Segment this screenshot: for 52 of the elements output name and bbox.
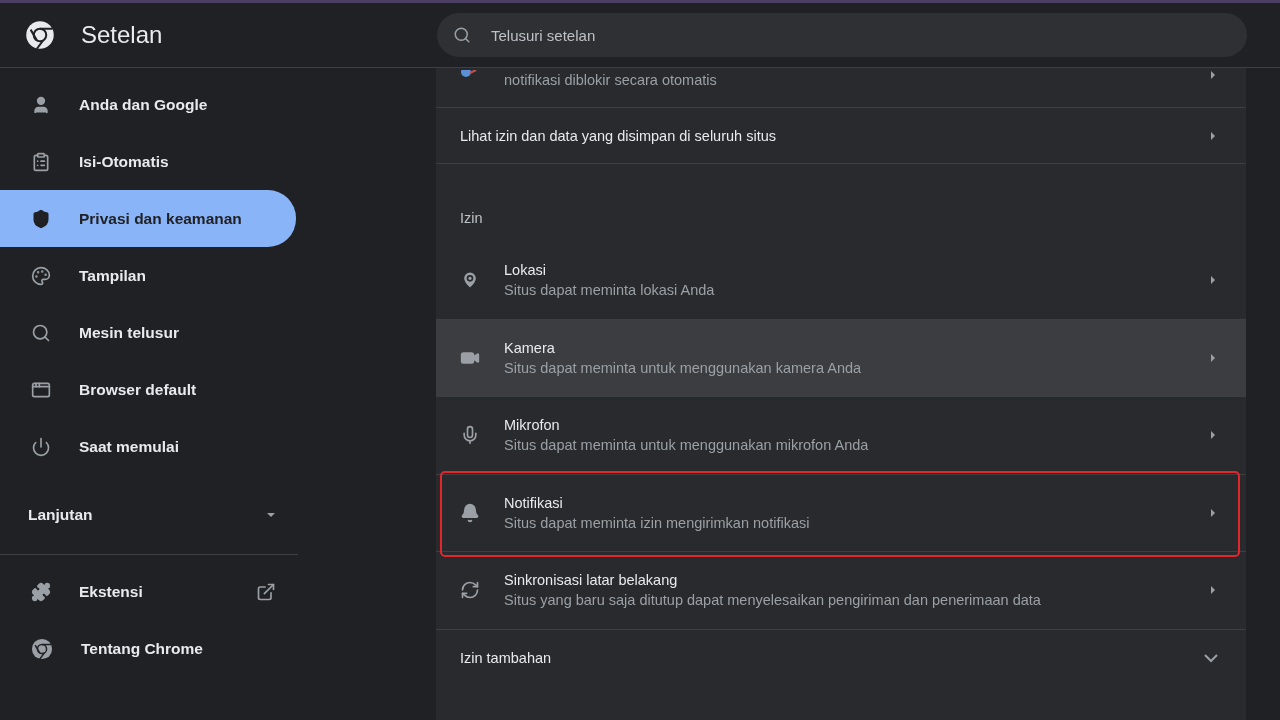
row-title: Mikrofon	[504, 417, 561, 434]
row-title: Kamera	[504, 339, 556, 356]
permission-row[interactable]: Sinkronisasi latar belakang Situs yang baru saja ditutup dapat menyelesaikan pengiriman dan penerimaan data	[436, 552, 1246, 630]
caret-icon	[1208, 275, 1218, 286]
search-icon	[453, 26, 471, 44]
sidebar-item[interactable]: Tampilan	[0, 247, 296, 304]
caret-icon	[1208, 130, 1218, 141]
row-title: Lokasi	[504, 262, 547, 279]
additional-permissions-row[interactable]: Izin tambahan	[436, 629, 1246, 687]
sidebar-item[interactable]: Privasi dan keamanan	[0, 190, 296, 247]
chrome-logo-icon	[31, 637, 53, 660]
sidebar-item[interactable]: Browser default	[0, 361, 296, 418]
row-title: Sinkronisasi latar belakang	[504, 572, 679, 589]
microphone-icon	[460, 425, 480, 446]
section-heading: Izin	[459, 209, 484, 228]
search-icon	[31, 322, 51, 343]
permission-row[interactable]: Notifikasi Situs dapat meminta izin mengirimkan notifikasi	[436, 474, 1246, 552]
caret-icon	[1208, 70, 1218, 80]
caret-icon	[1208, 585, 1218, 596]
chevron-down-icon	[1204, 653, 1218, 663]
permission-row[interactable]: Mikrofon Situs dapat meminta untuk menggunakan mikrofon Anda	[436, 397, 1246, 475]
bell-icon	[460, 502, 480, 523]
row-subtitle: Situs dapat meminta untuk menggunakan mikrofon Anda	[504, 437, 870, 454]
puzzle-icon	[31, 581, 51, 602]
advanced-toggle[interactable]: Lanjutan	[0, 475, 298, 555]
permission-row[interactable]: Lokasi Situs dapat meminta lokasi Anda	[436, 242, 1246, 320]
sidebar-item[interactable]: Anda dan Google	[0, 76, 296, 133]
clipboard-icon	[31, 151, 51, 172]
sync-icon	[460, 580, 480, 601]
person-icon	[31, 94, 51, 115]
sidebar-item[interactable]: Tentang Chrome	[0, 620, 298, 677]
site-data-row[interactable]: Lihat izin dan data yang disimpan di seluruh situs	[436, 108, 1246, 164]
caret-icon	[1208, 352, 1218, 363]
search-field[interactable]: Telusuri setelan	[437, 13, 1247, 57]
sidebar-item[interactable]: Saat memulai	[0, 418, 296, 475]
chrome-logo-icon	[25, 20, 55, 50]
row-title: Notifikasi	[504, 494, 564, 511]
row-subtitle: notifikasi diblokir secara otomatis	[504, 72, 718, 88]
power-icon	[31, 436, 51, 457]
caret-icon	[1208, 430, 1218, 441]
sidebar-item[interactable]: Mesin telusur	[0, 304, 296, 361]
row-subtitle: Situs yang baru saja ditutup dapat menyelesaikan pengiriman dan penerimaan data	[504, 592, 1042, 609]
page-title: Setelan	[81, 21, 163, 49]
caret-icon	[1208, 507, 1218, 518]
sidebar-item[interactable]: Isi-Otomatis	[0, 133, 296, 190]
row-subtitle: Situs dapat meminta lokasi Anda	[504, 282, 716, 299]
row-subtitle: Situs dapat meminta izin mengirimkan notifikasi	[504, 514, 811, 531]
sidebar-item[interactable]: Ekstensi	[0, 563, 298, 620]
permission-row[interactable]: Kamera Situs dapat meminta untuk menggunakan kamera Anda	[436, 319, 1246, 397]
row-subtitle: Situs dapat meminta untuk menggunakan kamera Anda	[504, 359, 863, 376]
palette-icon	[31, 265, 51, 286]
shield-icon	[31, 208, 51, 229]
